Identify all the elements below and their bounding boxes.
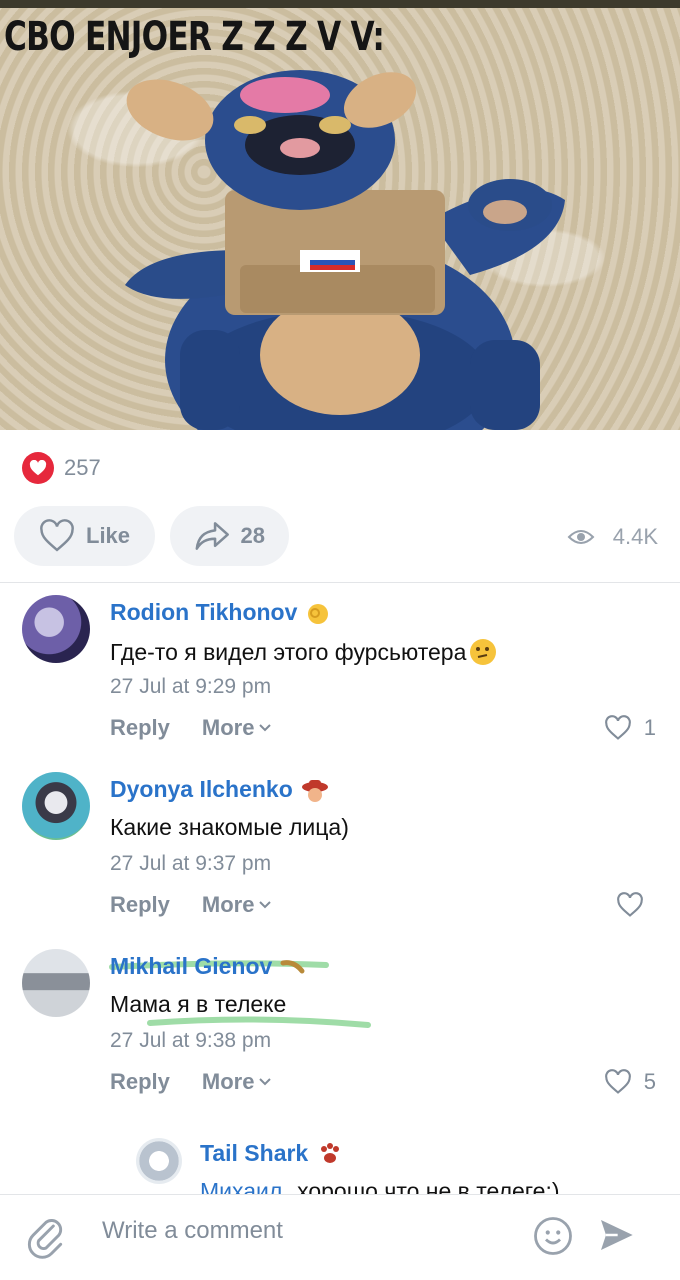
chevron-down-icon	[259, 1078, 272, 1086]
comment-input[interactable]: Write a comment	[102, 1217, 283, 1245]
comment-text-content: Какие знакомые лица)	[110, 814, 349, 840]
comment-like-count: 1	[643, 715, 656, 740]
avatar[interactable]	[22, 949, 90, 1017]
comment-author[interactable]: Mikhail Gienov	[110, 953, 306, 980]
heart-outline-icon	[40, 519, 74, 552]
comment-text-content: Где-то я видел этого фурсьютера	[110, 638, 467, 665]
more-label: More	[201, 1069, 255, 1094]
share-arrow-icon	[195, 522, 229, 550]
comment-actions: Reply More	[110, 715, 272, 741]
paperclip-icon[interactable]	[24, 1215, 68, 1259]
ok-hand-emoji-icon	[308, 603, 329, 624]
reply-text: Михаил , хорошо что не в телеге:)	[200, 1178, 560, 1194]
thinking-emoji-icon	[470, 639, 497, 665]
comment-composer: Write a comment	[0, 1194, 680, 1280]
comment-like-count: 5	[643, 1069, 656, 1094]
cowboy-hat-emoji-icon	[301, 779, 328, 802]
more-button[interactable]: More	[202, 715, 273, 741]
chevron-down-icon	[259, 901, 272, 909]
comment-text: Какие знакомые лица)	[110, 814, 349, 841]
more-label: More	[201, 892, 255, 917]
heart-outline-icon	[604, 1069, 631, 1094]
comment-text: Мама я в телеке	[110, 991, 286, 1018]
eye-icon	[567, 530, 595, 544]
more-label: More	[201, 715, 255, 740]
chevron-down-icon	[259, 724, 272, 732]
more-button[interactable]: More	[202, 1069, 273, 1095]
comment-date: 27 Jul at 9:29 pm	[110, 675, 272, 698]
comment-date: 27 Jul at 9:37 pm	[110, 852, 272, 875]
reply-mention[interactable]: Михаил	[200, 1178, 282, 1194]
heart-outline-icon	[617, 892, 643, 917]
reply-button[interactable]: Reply	[110, 1069, 170, 1095]
comment-text: Где-то я видел этого фурсьютера	[110, 637, 498, 667]
avatar[interactable]	[22, 772, 90, 840]
post-page: CBO ENJOER Z Z Z V V: 257 Like 28 4.4K R…	[0, 0, 680, 1280]
views-counter: 4.4K	[567, 524, 658, 550]
views-count: 4.4K	[612, 524, 658, 549]
comment-actions: Reply More	[110, 892, 272, 918]
author-name: Mikhail Gienov	[110, 953, 273, 979]
avatar[interactable]	[22, 595, 90, 663]
heart-reaction-icon	[22, 452, 54, 484]
paw-prints-emoji-icon	[321, 1142, 340, 1163]
share-button[interactable]: 28	[170, 506, 289, 566]
comment-actions: Reply More	[110, 1069, 272, 1095]
send-icon[interactable]	[596, 1215, 636, 1255]
heart-outline-icon	[604, 715, 631, 740]
author-name: Dyonya Ilchenko	[110, 776, 293, 802]
comment-like-button[interactable]: 1	[604, 715, 656, 741]
post-caption: CBO ENJOER Z Z Z V V:	[4, 14, 385, 60]
comment-text-content: Мама я в телеке	[110, 991, 287, 1017]
reactions-summary[interactable]: 257	[22, 452, 101, 484]
smile-icon[interactable]	[532, 1215, 574, 1257]
like-button[interactable]: Like	[14, 506, 155, 566]
post-image[interactable]: CBO ENJOER Z Z Z V V:	[0, 0, 680, 430]
comment-author[interactable]: Rodion Tikhonov	[110, 599, 331, 626]
avatar[interactable]	[136, 1138, 182, 1184]
reply-text-content: , хорошо что не в телеге:)	[284, 1178, 560, 1194]
share-count: 28	[240, 523, 265, 548]
section-divider	[0, 582, 680, 583]
reply-author[interactable]: Tail Shark	[200, 1140, 344, 1167]
more-button[interactable]: More	[202, 892, 273, 918]
like-label: Like	[86, 523, 131, 548]
comment-like-button[interactable]: 5	[604, 1069, 656, 1095]
comment-author[interactable]: Dyonya Ilchenko	[110, 776, 329, 803]
reply-button[interactable]: Reply	[110, 892, 170, 918]
reply-button[interactable]: Reply	[110, 715, 170, 741]
sausage-emoji-icon	[280, 959, 305, 973]
post-actions: Like 28 4.4K	[14, 506, 666, 566]
author-name: Tail Shark	[200, 1140, 309, 1166]
comment-like-button[interactable]	[616, 892, 656, 918]
comment-date: 27 Jul at 9:38 pm	[110, 1029, 272, 1052]
reactions-count: 257	[64, 455, 101, 480]
fursuit-photo	[125, 70, 565, 430]
author-name: Rodion Tikhonov	[110, 599, 298, 625]
reply-item: Tail Shark Михаил , хорошо что не в теле…	[0, 1136, 680, 1194]
